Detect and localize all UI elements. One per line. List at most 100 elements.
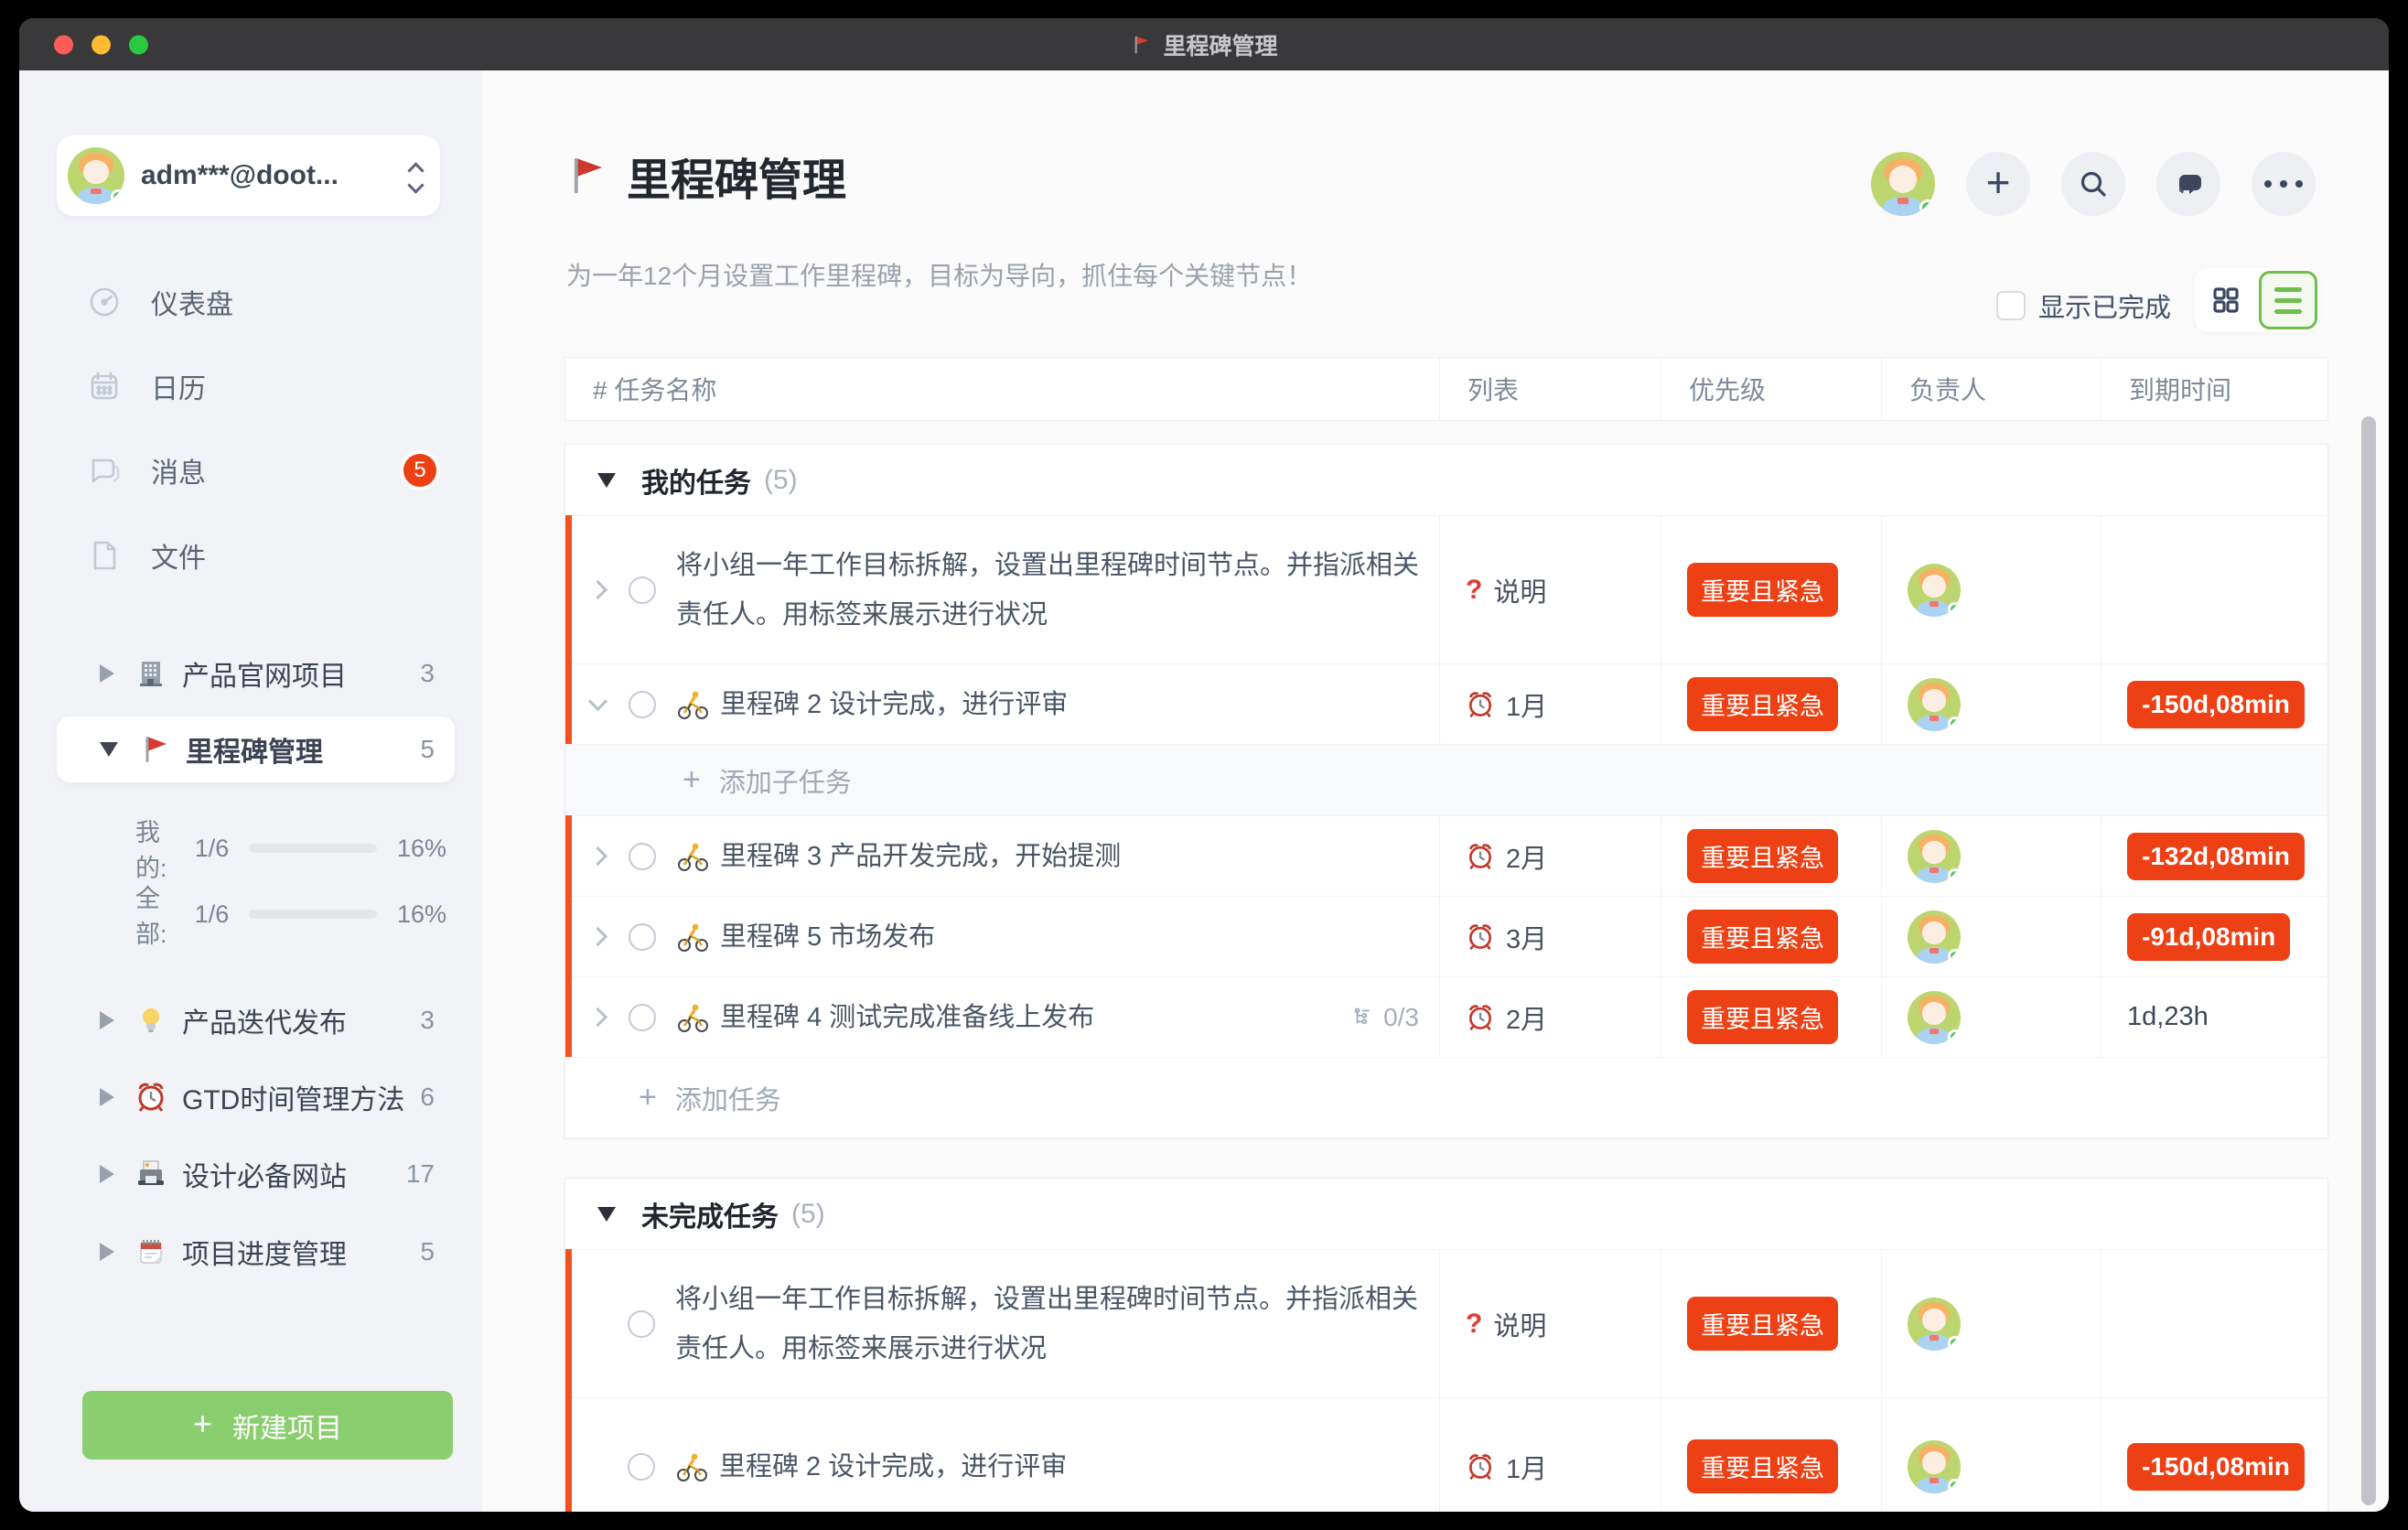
task-priority-cell[interactable]: 重要且紧急 — [1661, 516, 1881, 663]
project-task-count: 3 — [420, 1006, 435, 1035]
group-header[interactable]: 我的任务 (5) — [565, 445, 2327, 515]
table-row[interactable]: 里程碑 3 产品开发完成，开始提测 2月 重要且紧急 -132d,08min — [565, 815, 2327, 896]
sidebar-item-messages[interactable]: 消息 5 — [87, 441, 453, 500]
task-list-cell[interactable]: 3月 — [1439, 897, 1661, 976]
task-due-cell[interactable]: 1d,23h — [2101, 977, 2327, 1057]
chat-button[interactable] — [2156, 152, 2220, 216]
alarm-clock-icon — [1466, 1003, 1495, 1032]
sidebar-item-dashboard[interactable]: 仪表盘 — [87, 273, 453, 331]
task-priority-cell[interactable]: 重要且紧急 — [1661, 664, 1881, 744]
collapse-arrow-icon[interactable] — [100, 742, 118, 757]
project-item-design-sites[interactable]: 设计必备网站 17 — [57, 1145, 455, 1203]
table-row[interactable]: 里程碑 4 测试完成准备线上发布 0/3 2月 重要且紧急 1d — [565, 976, 2327, 1057]
user-account-selector[interactable]: adm***@doot... — [57, 135, 440, 216]
task-assignee-cell[interactable] — [1881, 1398, 2101, 1512]
task-priority-cell[interactable]: 重要且紧急 — [1661, 816, 1881, 896]
project-item-official-site[interactable]: 产品官网项目 3 — [57, 644, 455, 703]
task-list-cell[interactable]: 2月 — [1439, 816, 1661, 896]
close-window-button[interactable] — [54, 35, 73, 54]
task-complete-circle[interactable] — [629, 691, 656, 718]
task-assignee-cell[interactable] — [1881, 977, 2101, 1057]
task-group-my-tasks: 我的任务 (5) 将小组一年工作目标拆解，设置出里程碑时间节点。并指派相关责任人… — [564, 444, 2328, 1138]
table-row[interactable]: 里程碑 2 设计完成，进行评审 1月 重要且紧急 -150d,08min — [565, 1397, 2327, 1512]
add-task-row[interactable]: + 添加任务 — [565, 1057, 2327, 1137]
group-header[interactable]: 未完成任务 (5) — [565, 1179, 2327, 1249]
project-item-gtd[interactable]: GTD时间管理方法 6 — [57, 1068, 455, 1126]
expand-chevron-icon[interactable] — [588, 580, 607, 599]
task-assignee-cell[interactable] — [1881, 897, 2101, 976]
collapse-arrow-icon[interactable] — [597, 473, 616, 488]
table-row[interactable]: 里程碑 2 设计完成，进行评审 1月 重要且紧急 -150d,08min — [565, 663, 2327, 744]
task-list-cell[interactable]: ? 说明 — [1439, 1250, 1661, 1397]
task-complete-circle[interactable] — [629, 923, 656, 951]
add-subtask-row[interactable]: + 添加子任务 — [565, 744, 2327, 815]
task-complete-circle[interactable] — [629, 576, 656, 604]
sidebar-item-label: 文件 — [151, 535, 206, 576]
task-due-cell[interactable]: -91d,08min — [2101, 897, 2327, 976]
task-due-cell[interactable]: -150d,08min — [2101, 664, 2327, 744]
table-row[interactable]: 将小组一年工作目标拆解，设置出里程碑时间节点。并指派相关责任人。用标签来展示进行… — [565, 515, 2327, 663]
expand-arrow-icon[interactable] — [100, 664, 114, 683]
list-label: 2月 — [1506, 837, 1547, 876]
search-button[interactable] — [2061, 152, 2125, 216]
progress-percent: 16% — [397, 900, 446, 929]
task-title: 将小组一年工作目标拆解，设置出里程碑时间节点。并指派相关责任人。用标签来展示进行… — [676, 541, 1419, 640]
expand-chevron-icon[interactable] — [588, 1007, 607, 1027]
task-list-cell[interactable]: 1月 — [1439, 1398, 1661, 1512]
expand-arrow-icon[interactable] — [100, 1165, 114, 1183]
new-project-button[interactable]: + 新建项目 — [82, 1391, 453, 1460]
task-priority-cell[interactable]: 重要且紧急 — [1661, 897, 1881, 976]
column-header-assignee[interactable]: 负责人 — [1881, 358, 2101, 420]
task-complete-circle[interactable] — [628, 1453, 655, 1481]
task-due-cell[interactable]: -150d,08min — [2101, 1398, 2327, 1512]
question-mark-icon: ? — [1466, 575, 1482, 606]
sidebar-item-calendar[interactable]: 日历 — [87, 357, 453, 415]
column-header-list[interactable]: 列表 — [1439, 358, 1661, 420]
collapse-chevron-icon[interactable] — [588, 692, 607, 711]
expand-arrow-icon[interactable] — [100, 1088, 114, 1106]
grid-view-button[interactable] — [2197, 271, 2255, 329]
task-due-cell[interactable] — [2101, 1250, 2327, 1397]
task-due-cell[interactable]: -132d,08min — [2101, 816, 2327, 896]
collapse-arrow-icon[interactable] — [597, 1207, 616, 1222]
table-row[interactable]: 将小组一年工作目标拆解，设置出里程碑时间节点。并指派相关责任人。用标签来展示进行… — [565, 1249, 2327, 1397]
expand-chevron-icon[interactable] — [588, 927, 607, 946]
project-item-progress-mgmt[interactable]: 项目进度管理 5 — [57, 1223, 455, 1281]
task-priority-cell[interactable]: 重要且紧急 — [1661, 977, 1881, 1057]
list-view-button[interactable] — [2259, 271, 2317, 329]
project-item-milestone[interactable]: 里程碑管理 5 — [57, 717, 455, 782]
minimize-window-button[interactable] — [91, 35, 111, 54]
task-due-cell[interactable] — [2101, 516, 2327, 663]
task-assignee-cell[interactable] — [1881, 664, 2101, 744]
expand-arrow-icon[interactable] — [100, 1243, 114, 1261]
more-button[interactable] — [2252, 152, 2316, 216]
vertical-scrollbar[interactable] — [2361, 416, 2376, 1505]
task-assignee-cell[interactable] — [1881, 816, 2101, 896]
column-header-name[interactable]: # 任务名称 — [565, 358, 1439, 420]
task-complete-circle[interactable] — [628, 1310, 655, 1338]
add-button[interactable]: + — [1966, 152, 2030, 216]
task-list-cell[interactable]: 1月 — [1439, 664, 1661, 744]
task-assignee-cell[interactable] — [1881, 1250, 2101, 1397]
overdue-badge: -150d,08min — [2127, 1443, 2305, 1491]
expand-chevron-icon[interactable] — [588, 846, 607, 866]
cyclist-icon — [675, 1450, 708, 1483]
show-completed-checkbox[interactable] — [1996, 291, 2026, 320]
task-list-cell[interactable]: ? 说明 — [1439, 516, 1661, 663]
task-list-cell[interactable]: 2月 — [1439, 977, 1661, 1057]
task-complete-circle[interactable] — [629, 843, 656, 870]
current-user-avatar[interactable] — [1871, 152, 1935, 216]
task-complete-circle[interactable] — [629, 1004, 656, 1031]
zoom-window-button[interactable] — [129, 35, 148, 54]
task-priority-cell[interactable]: 重要且紧急 — [1661, 1398, 1881, 1512]
task-assignee-cell[interactable] — [1881, 516, 2101, 663]
table-row[interactable]: 里程碑 5 市场发布 3月 重要且紧急 -91d,08min — [565, 896, 2327, 976]
sidebar-item-files[interactable]: 文件 — [87, 526, 453, 585]
project-item-iteration[interactable]: 产品迭代发布 3 — [57, 991, 455, 1050]
column-header-due[interactable]: 到期时间 — [2101, 358, 2327, 420]
task-priority-cell[interactable]: 重要且紧急 — [1661, 1250, 1881, 1397]
column-header-priority[interactable]: 优先级 — [1661, 358, 1881, 420]
expand-arrow-icon[interactable] — [100, 1011, 114, 1029]
sidebar-item-label: 日历 — [151, 366, 206, 406]
grid-view-icon — [2211, 286, 2241, 315]
